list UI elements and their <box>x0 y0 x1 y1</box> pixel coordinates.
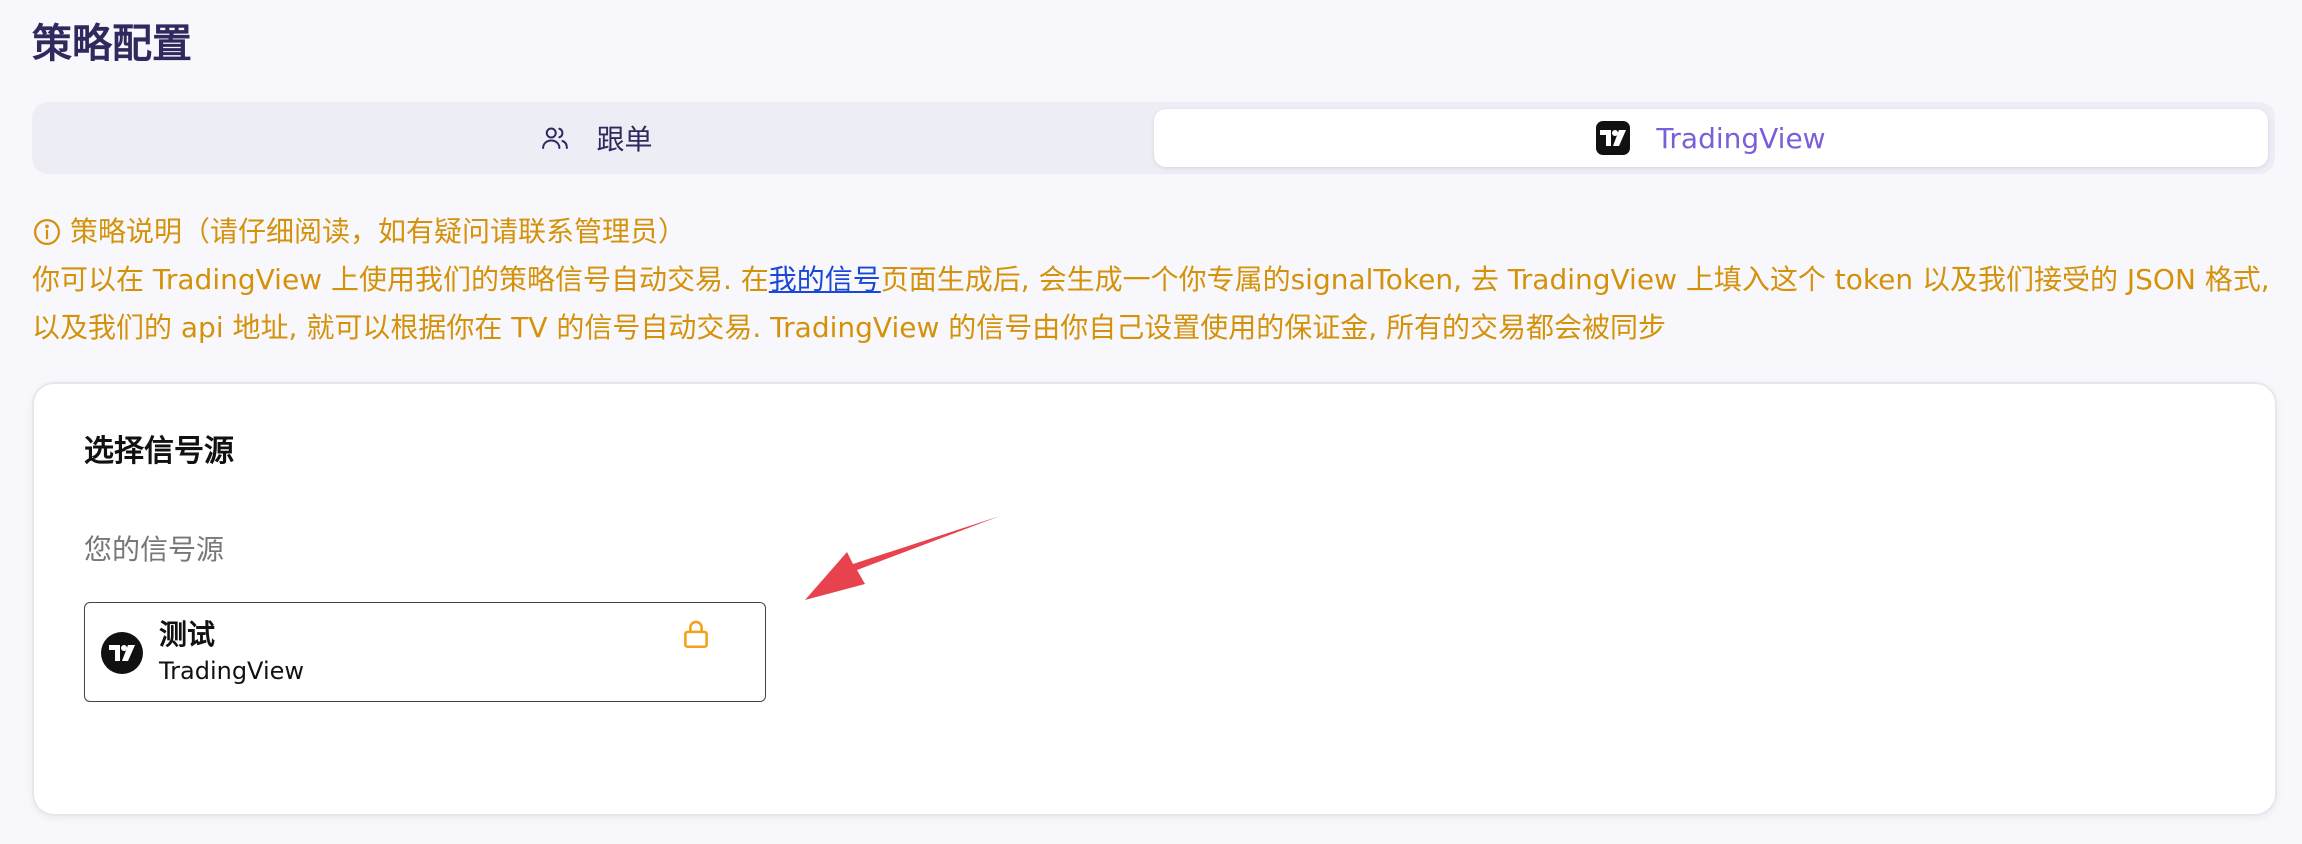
signal-source-type: TradingView <box>159 657 305 685</box>
tab-label: TradingView <box>1656 121 1826 155</box>
tab-label: 跟单 <box>596 123 653 156</box>
notice-body: 你可以在 TradingView 上使用我们的策略信号自动交易. 在我的信号页面… <box>32 256 2277 352</box>
notice-heading: 策略说明（请仔细阅读，如有疑问请联系管理员） <box>70 215 687 248</box>
tradingview-logo-icon <box>101 632 143 674</box>
lock-icon <box>679 617 713 655</box>
notice-text-before-link: 你可以在 TradingView 上使用我们的策略信号自动交易. 在 <box>32 263 769 296</box>
card-subtitle: 您的信号源 <box>84 533 225 566</box>
strategy-notice: 策略说明（请仔细阅读，如有疑问请联系管理员） 你可以在 TradingView … <box>32 208 2277 352</box>
users-icon <box>540 123 570 153</box>
tab-tradingview[interactable]: TradingView <box>1154 109 2268 167</box>
strategy-tabs: 跟单 TradingView <box>32 102 2275 174</box>
annotation-arrow-icon <box>805 516 1000 600</box>
signal-source-item[interactable]: 测试 TradingView <box>84 602 766 702</box>
signal-source-name: 测试 <box>159 618 216 651</box>
tab-copy-trading[interactable]: 跟单 <box>39 109 1154 167</box>
my-signals-link[interactable]: 我的信号 <box>769 263 881 296</box>
page-title: 策略配置 <box>32 21 192 67</box>
info-icon <box>32 217 62 247</box>
tradingview-logo-icon <box>1596 121 1631 155</box>
card-title: 选择信号源 <box>84 434 234 469</box>
signal-source-card: 选择信号源 您的信号源 测试 TradingView <box>32 382 2277 816</box>
